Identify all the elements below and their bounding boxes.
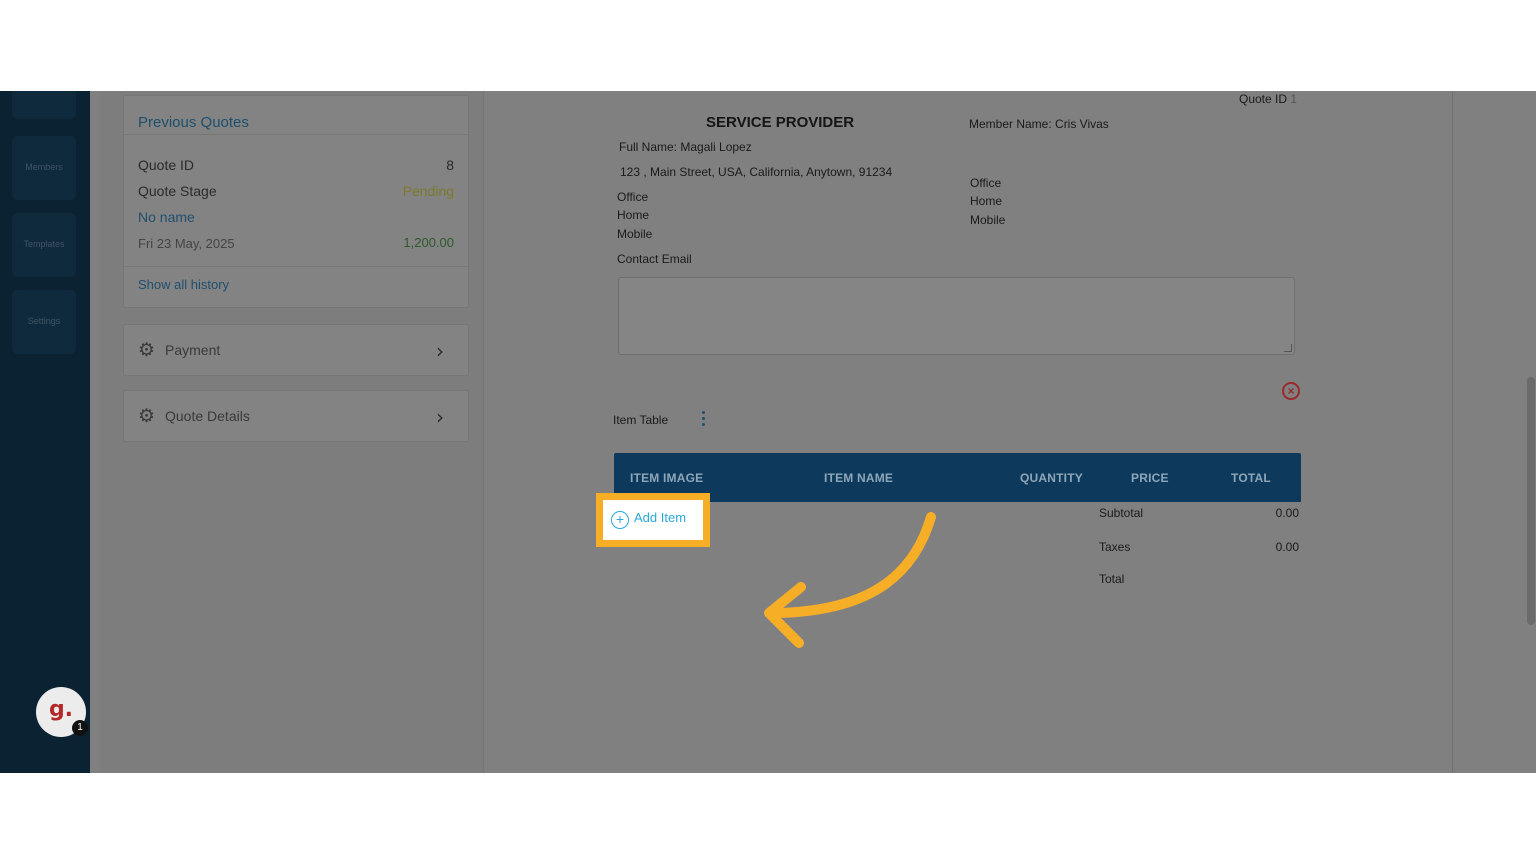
provider-home: Home [617, 208, 650, 222]
scrollbar-thumb[interactable] [1527, 377, 1535, 625]
quote-amount: 1,200.00 [403, 235, 454, 250]
sidebar-item-label: Templates [23, 239, 65, 249]
quote-stage-label: Quote Stage [138, 183, 217, 199]
contact-email-label: Contact Email [617, 252, 692, 266]
divider [124, 134, 468, 135]
show-all-history-link[interactable]: Show all history [138, 277, 229, 292]
member-mobile: Mobile [970, 213, 1006, 227]
quote-id-value: 8 [446, 157, 454, 173]
add-item-button[interactable]: + Add Item [596, 493, 710, 547]
provider-address: 123 , Main Street, USA, California, Anyt… [620, 165, 893, 179]
item-table-header: ITEM IMAGE ITEM NAME QUANTITY PRICE TOTA… [614, 453, 1301, 502]
item-table-label: Item Table [613, 413, 669, 427]
provider-full-name: Full Name: Magali Lopez [619, 140, 752, 154]
contact-email-textarea[interactable] [618, 277, 1295, 355]
quote-details-accordion[interactable]: ⚙ Quote Details › [123, 390, 469, 442]
add-item-label: Add Item [634, 510, 687, 525]
payment-accordion[interactable]: ⚙ Payment › [123, 324, 469, 376]
previous-quotes-title: Previous Quotes [138, 114, 249, 131]
kebab-menu-icon[interactable] [696, 408, 710, 428]
sidebar-item-members[interactable]: Members [12, 136, 76, 200]
divider [124, 266, 468, 267]
sidebar-item-label: Members [25, 162, 63, 172]
doc-quote-id-value: 1 [1290, 92, 1298, 106]
notification-badge: 1 [72, 720, 88, 736]
service-provider-title: SERVICE PROVIDER [706, 114, 855, 131]
plus-circle-icon: + [611, 511, 629, 529]
quote-date: Fri 23 May, 2025 [138, 236, 235, 251]
chevron-right-icon: › [436, 339, 444, 363]
payment-label: Payment [165, 342, 221, 358]
doc-quote-id: Quote ID 1 [1239, 92, 1297, 106]
quote-document: Quote ID 1 SERVICE PROVIDER Member Name:… [485, 91, 1453, 773]
quote-stage-row: Quote Stage Pending [138, 183, 454, 199]
member-home: Home [970, 194, 1003, 208]
quote-stage-value: Pending [402, 183, 454, 199]
taxes-label: Taxes [1099, 540, 1131, 554]
quote-date-row: Fri 23 May, 2025 1,200.00 [138, 235, 454, 251]
quote-name-link[interactable]: No name [138, 209, 454, 225]
col-item-image: ITEM IMAGE [630, 471, 704, 485]
sidebar-item-templates[interactable]: Templates [12, 213, 76, 277]
provider-mobile: Mobile [617, 227, 653, 241]
member-office: Office [970, 176, 1002, 190]
app-frame: Members Templates Settings g. 1 Previous… [0, 91, 1536, 773]
col-item-name: ITEM NAME [824, 471, 894, 485]
resize-handle[interactable] [1284, 344, 1292, 352]
sidebar-item-label: Settings [27, 316, 61, 326]
provider-office: Office [617, 190, 649, 204]
sidebar-nav: Members Templates Settings g. 1 [0, 91, 90, 773]
sidebar-item-settings[interactable]: Settings [12, 290, 76, 354]
gear-icon: ⚙ [138, 340, 156, 361]
callout-arrow [764, 512, 936, 648]
quote-details-label: Quote Details [165, 408, 250, 424]
total-label: Total [1099, 572, 1125, 586]
close-icon[interactable]: × [1282, 382, 1300, 400]
col-total: TOTAL [1231, 471, 1271, 485]
sidebar-item-top[interactable] [12, 91, 76, 119]
col-price: PRICE [1131, 471, 1169, 485]
chevron-right-icon: › [436, 405, 444, 429]
doc-quote-id-label: Quote ID [1239, 92, 1288, 106]
subtotal-value: 0.00 [1275, 506, 1299, 520]
taxes-value: 0.00 [1275, 540, 1299, 554]
right-gutter [1454, 91, 1536, 773]
subtotal-label: Subtotal [1099, 506, 1144, 520]
member-name: Member Name: Cris Vivas [969, 117, 1109, 131]
quote-id-row: Quote ID 8 [138, 157, 454, 173]
col-quantity: QUANTITY [1020, 471, 1083, 485]
quote-side-panel: Previous Quotes Quote ID 8 Quote Stage P… [100, 91, 484, 773]
previous-quotes-card: Previous Quotes Quote ID 8 Quote Stage P… [123, 95, 469, 308]
gear-icon: ⚙ [138, 406, 156, 427]
quote-id-label: Quote ID [138, 157, 195, 173]
